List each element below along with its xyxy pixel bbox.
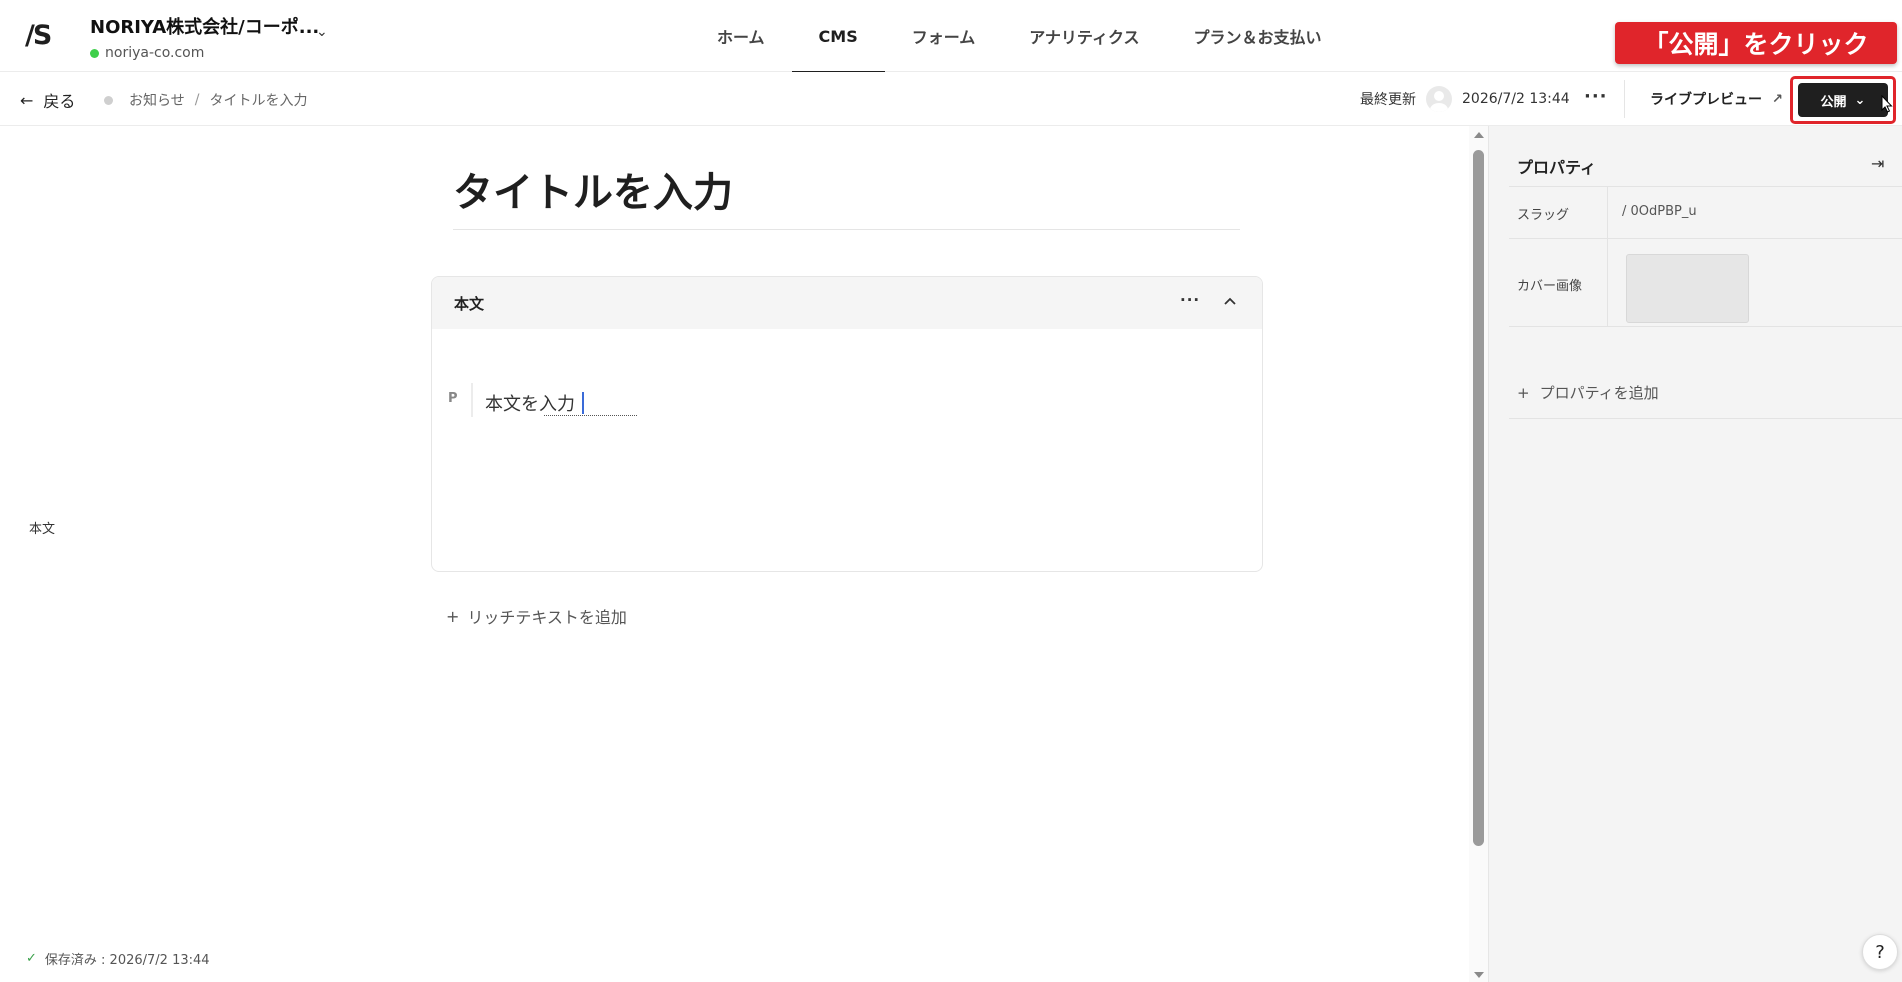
editor-scrollbar[interactable] (1469, 126, 1488, 982)
status-dot-icon (104, 95, 113, 105)
site-domain-text: noriya-co.com (105, 45, 205, 61)
collapse-panel-icon[interactable]: ⇥ (1871, 154, 1884, 173)
title-placeholder: タイトルを入力 (453, 170, 733, 216)
site-switcher[interactable]: NORIYA株式会社/コーポ... noriya-co.com (90, 13, 319, 61)
save-status-text: 保存済み : 2026/7/2 13:44 (44, 953, 210, 968)
chevron-down-icon[interactable]: ⌄ (316, 24, 328, 40)
property-row-slug: スラッグ / 0OdPBP_u (1509, 186, 1902, 239)
paragraph-input[interactable]: 本文を入力 (485, 390, 575, 416)
back-label: 戻る (43, 92, 76, 111)
online-status-icon (90, 48, 99, 58)
live-preview-label: ライブプレビュー (1650, 92, 1762, 108)
plus-icon: + (1517, 383, 1530, 402)
nav-home[interactable]: ホーム (690, 0, 792, 72)
divider (1607, 239, 1608, 326)
help-button[interactable]: ? (1862, 934, 1898, 970)
chevron-down-icon: ⌄ (1854, 92, 1866, 108)
last-updated-value: 2026/7/2 13:44 (1462, 91, 1570, 107)
check-icon: ✓ (26, 951, 37, 966)
external-link-icon: ↗ (1772, 91, 1783, 107)
nav-plan-billing[interactable]: プラン＆お支払い (1167, 0, 1349, 72)
nav-cms[interactable]: CMS (791, 0, 885, 73)
more-options-button[interactable]: ··· (1584, 86, 1608, 107)
live-preview-button[interactable]: ライブプレビュー ↗ (1650, 89, 1783, 109)
rich-text-block: 本文 ··· P 本文を入力 (431, 276, 1263, 572)
slug-input[interactable]: / 0OdPBP_u (1622, 204, 1697, 219)
paragraph-type-marker[interactable]: P (448, 391, 458, 406)
block-header: 本文 ··· (432, 277, 1262, 329)
block-more-button[interactable]: ··· (1180, 291, 1200, 309)
scroll-down-icon[interactable] (1474, 972, 1484, 978)
breadcrumb-separator: / (194, 92, 200, 108)
plus-icon: + (446, 606, 460, 626)
app-logo[interactable]: /S (25, 20, 65, 51)
site-domain: noriya-co.com (90, 45, 319, 61)
ime-composition-underline (544, 415, 637, 416)
add-property-button[interactable]: + プロパティを追加 (1517, 382, 1659, 403)
mouse-cursor-icon (1881, 95, 1893, 113)
nav-forms[interactable]: フォーム (885, 0, 1003, 72)
properties-panel: プロパティ ⇥ スラッグ / 0OdPBP_u カバー画像 + プロパティを追加 (1488, 126, 1902, 982)
breadcrumb: お知らせ / タイトルを入力 (104, 90, 307, 110)
publish-label: 公開 (1820, 94, 1847, 110)
last-updated-label: 最終更新 (1360, 92, 1416, 108)
block-title: 本文 (454, 294, 485, 313)
divider (1509, 418, 1902, 419)
editor-toolbar: ← 戻る お知らせ / タイトルを入力 最終更新 2026/7/2 13:44 … (0, 72, 1902, 126)
property-label: カバー画像 (1517, 279, 1583, 294)
arrow-left-icon: ← (20, 90, 34, 110)
title-input[interactable]: タイトルを入力 (453, 160, 1240, 230)
breadcrumb-collection[interactable]: お知らせ (129, 90, 185, 110)
outline-item-body[interactable]: 本文 (29, 518, 55, 537)
add-rich-text-button[interactable]: + リッチテキストを追加 (446, 604, 627, 628)
main-nav: ホーム CMS フォーム アナリティクス プラン＆お支払い (690, 0, 1349, 73)
property-label: スラッグ (1517, 208, 1570, 223)
paragraph-gutter (471, 383, 473, 417)
publish-highlight: 公開 ⌄ (1790, 76, 1896, 124)
save-status: ✓ 保存済み : 2026/7/2 13:44 (26, 949, 210, 968)
scroll-thumb[interactable] (1473, 150, 1484, 846)
last-updated: 最終更新 2026/7/2 13:44 (1360, 86, 1570, 112)
site-name: NORIYA株式会社/コーポ... (90, 17, 320, 38)
add-property-label: プロパティを追加 (1539, 384, 1659, 402)
property-row-cover-image: カバー画像 (1509, 239, 1902, 327)
add-rich-text-label: リッチテキストを追加 (467, 608, 627, 627)
back-button[interactable]: ← 戻る (20, 88, 75, 112)
chevron-up-icon[interactable] (1222, 293, 1238, 309)
divider (1624, 80, 1625, 118)
scroll-up-icon[interactable] (1474, 132, 1484, 138)
tutorial-callout: 「公開」をクリック (1615, 22, 1897, 64)
divider (1607, 187, 1608, 238)
breadcrumb-current: タイトルを入力 (209, 93, 308, 109)
cover-image-picker[interactable] (1626, 254, 1749, 323)
avatar (1426, 86, 1452, 112)
top-bar: /S NORIYA株式会社/コーポ... noriya-co.com ⌄ ホーム… (0, 0, 1902, 73)
publish-button[interactable]: 公開 ⌄ (1798, 83, 1888, 117)
text-caret (582, 392, 584, 414)
nav-analytics[interactable]: アナリティクス (1002, 0, 1166, 72)
panel-title: プロパティ (1517, 158, 1597, 177)
